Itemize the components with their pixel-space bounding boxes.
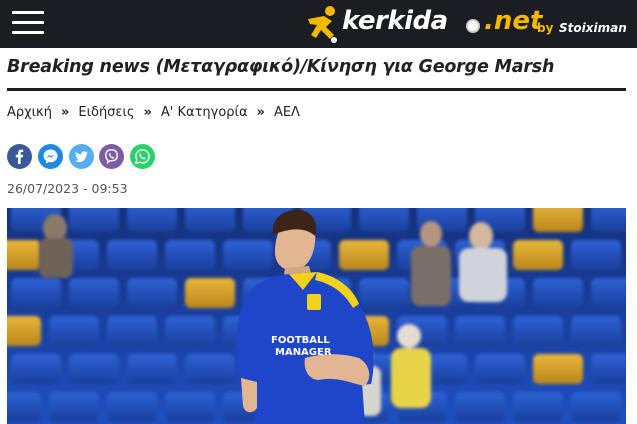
breadcrumb: Αρχική » Ειδήσεις » Α' Κατηγορία » ΑΕΛ	[7, 105, 300, 120]
stadium-seat	[11, 354, 61, 384]
brand-tld-text: net	[493, 6, 543, 36]
menu-line	[12, 11, 44, 14]
twitter-share-button[interactable]	[69, 144, 94, 169]
stadium-seat	[69, 278, 119, 308]
stadium-seat	[7, 240, 41, 270]
stadium-seat	[533, 354, 583, 384]
sponsor-logo: Stoiximan	[559, 21, 627, 35]
stadium-seat	[185, 354, 235, 384]
stadium-seat	[591, 208, 626, 232]
stadium-seat	[223, 240, 273, 270]
stadium-seat	[49, 392, 99, 422]
top-bar: kerkida .net by Stoiximan	[0, 0, 637, 48]
brand-by: by	[537, 21, 554, 35]
stadium-seat	[185, 208, 235, 232]
stadium-seat	[513, 240, 563, 270]
facebook-icon	[15, 149, 24, 164]
menu-line	[12, 21, 44, 24]
viber-share-button[interactable]	[99, 144, 124, 169]
stadium-seat	[533, 278, 583, 308]
stadium-seat	[69, 354, 119, 384]
stadium-seat	[339, 240, 389, 270]
stadium-seat	[127, 354, 177, 384]
title-divider	[7, 88, 626, 91]
runner-logo-icon	[308, 6, 337, 43]
breadcrumb-team[interactable]: ΑΕΛ	[274, 105, 300, 120]
article-title: Breaking news (Μεταγραφικό)/Κίνηση για G…	[7, 57, 555, 77]
stadium-seat	[107, 240, 157, 270]
whatsapp-share-button[interactable]	[130, 144, 155, 169]
stadium-seat	[513, 316, 563, 346]
stadium-seat	[165, 392, 215, 422]
stadium-seat	[591, 278, 626, 308]
breadcrumb-category[interactable]: Α' Κατηγορία	[161, 105, 248, 120]
stadium-seat	[533, 208, 583, 232]
breadcrumb-separator: »	[143, 105, 152, 120]
brand-tld: .net	[484, 6, 543, 36]
shirt-sponsor: FOOTBALL	[271, 335, 330, 346]
brand-name: kerkida	[342, 6, 448, 36]
stadium-seat	[165, 316, 215, 346]
stadium-seat	[455, 392, 505, 422]
stadium-seat	[7, 392, 41, 422]
twitter-icon	[74, 151, 88, 163]
stadium-seat	[11, 278, 61, 308]
breadcrumb-separator: »	[60, 105, 70, 120]
facebook-share-button[interactable]	[7, 144, 32, 169]
stadium-seat	[571, 316, 621, 346]
article-hero-image[interactable]: FOOTBALL MANAGER	[7, 208, 626, 424]
stadium-seat	[455, 316, 505, 346]
viber-icon	[105, 149, 118, 165]
stadium-seat	[127, 278, 177, 308]
breadcrumb-home[interactable]: Αρχική	[7, 105, 52, 120]
stadium-seat	[571, 240, 621, 270]
breadcrumb-separator: »	[256, 105, 265, 120]
messenger-icon	[43, 149, 58, 164]
stadium-seat	[127, 208, 177, 232]
menu-line	[12, 31, 44, 34]
stadium-seat	[359, 278, 409, 308]
publish-date: 26/07/2023 - 09:53	[7, 181, 128, 196]
stadium-seat	[359, 208, 409, 232]
messenger-share-button[interactable]	[38, 144, 63, 169]
stadium-seat	[107, 392, 157, 422]
hamburger-menu-icon[interactable]	[12, 11, 44, 35]
stadium-seat	[513, 392, 563, 422]
breadcrumb-news[interactable]: Ειδήσεις	[78, 105, 134, 120]
stadium-seat	[165, 240, 215, 270]
stadium-seat	[185, 278, 235, 308]
football-icon	[466, 19, 480, 33]
site-logo[interactable]: kerkida .net by Stoiximan	[304, 3, 634, 45]
svg-text:MANAGER: MANAGER	[275, 347, 332, 358]
stadium-seat	[69, 208, 119, 232]
player-photo: FOOTBALL MANAGER	[7, 208, 626, 424]
stadium-seat	[571, 392, 621, 422]
stadium-seat	[7, 316, 41, 346]
stadium-seat	[49, 316, 99, 346]
stadium-seat	[475, 354, 525, 384]
stadium-seat	[107, 316, 157, 346]
whatsapp-icon	[134, 149, 150, 165]
stadium-seat	[591, 354, 626, 384]
